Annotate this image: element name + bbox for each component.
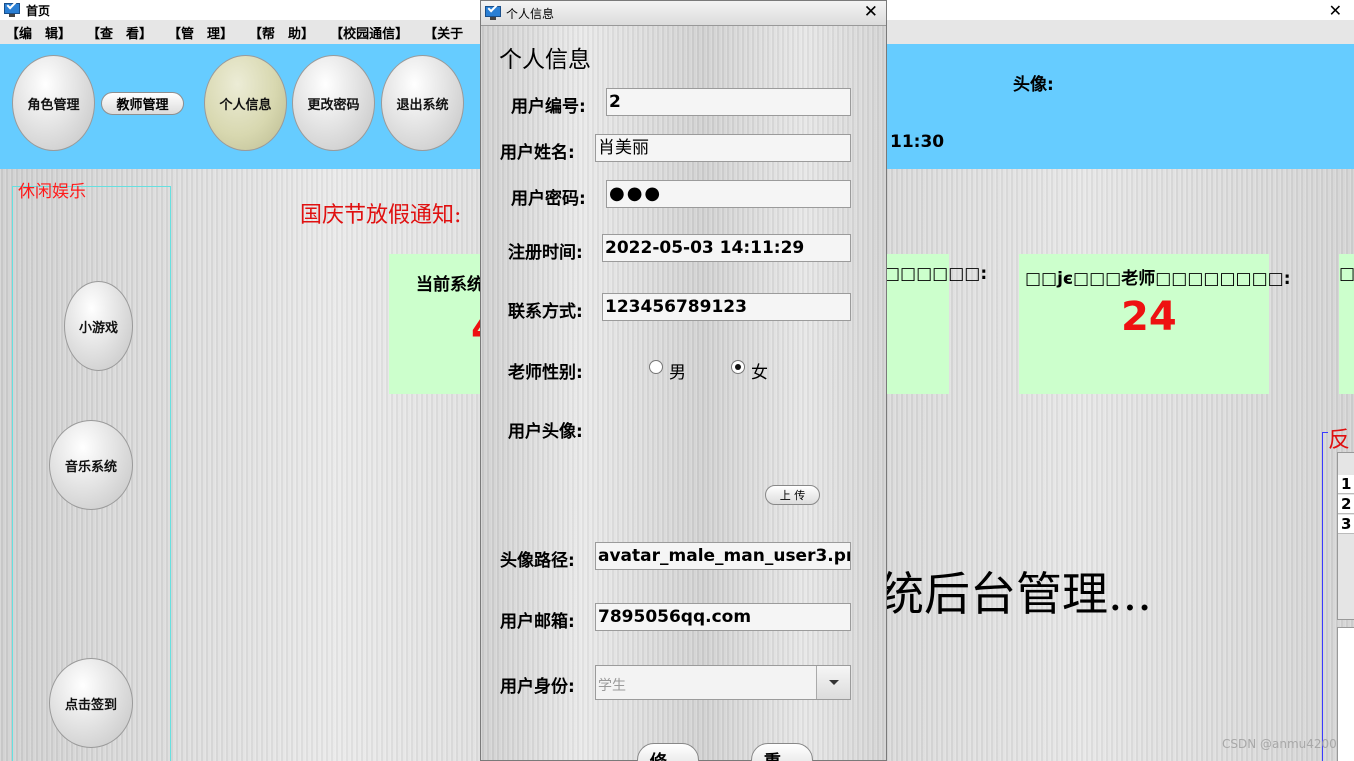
stat-label: □□□□□□:	[884, 264, 988, 284]
register-time-label: 注册时间:	[508, 243, 583, 263]
email-field[interactable]: 7895056qq.com	[595, 603, 851, 631]
upload-button[interactable]: 上 传	[765, 485, 820, 505]
personal-info-dialog: 个人信息 ✕ 个人信息 用户编号: 2 用户姓名: 肖美丽 用户密码: ●●● …	[480, 0, 887, 761]
password-field[interactable]: ●●●	[606, 180, 851, 208]
stat-card-teachers: □□jє□□□老师□□□□□□□□: 24	[1019, 254, 1291, 394]
user-id-label: 用户编号:	[511, 97, 586, 117]
gender-female-radio[interactable]	[731, 360, 745, 374]
change-password-button[interactable]: 更改密码	[292, 55, 375, 151]
exit-system-button[interactable]: 退出系统	[381, 55, 464, 151]
menu-edit[interactable]: 【编 辑】	[6, 23, 71, 42]
notice-title: 国庆节放假通知:	[300, 203, 462, 228]
avatar-label: 用户头像:	[508, 422, 583, 442]
modify-button[interactable]: 修...	[637, 743, 699, 761]
watermark: CSDN @anmu4200	[1222, 737, 1337, 751]
system-big-title: 统后台管理...	[878, 567, 1152, 621]
stat-label: □□	[1339, 264, 1354, 284]
reset-button[interactable]: 重...	[751, 743, 813, 761]
dialog-body: 个人信息 用户编号: 2 用户姓名: 肖美丽 用户密码: ●●● 注册时间: 2…	[481, 25, 886, 761]
feedback-title: 反	[1328, 428, 1351, 453]
menu-about[interactable]: 【关于	[424, 23, 463, 42]
feedback-textarea[interactable]	[1337, 627, 1354, 761]
feedback-border	[1322, 432, 1323, 761]
menu-campus-comm[interactable]: 【校园通信】	[330, 23, 408, 42]
register-time-field[interactable]: 2022-05-03 14:11:29	[602, 234, 851, 262]
menu-manage[interactable]: 【管 理】	[168, 23, 233, 42]
main-close-icon[interactable]: ✕	[1329, 1, 1342, 20]
dialog-title: 个人信息	[506, 6, 555, 21]
chevron-down-icon[interactable]	[816, 666, 850, 699]
main-window-title: 首页	[26, 3, 51, 18]
gender-female-label[interactable]: 女	[751, 358, 768, 383]
clock-text: 11:30	[890, 132, 945, 152]
gender-male-label[interactable]: 男	[669, 358, 686, 383]
user-name-field[interactable]: 肖美丽	[595, 134, 851, 162]
identity-select-value: 学生	[598, 678, 626, 694]
music-system-button[interactable]: 音乐系统	[49, 420, 133, 510]
stat-value: 24	[1121, 294, 1177, 340]
contact-label: 联系方式:	[508, 302, 583, 322]
stat-label: 当前系统	[416, 275, 484, 295]
check-in-button[interactable]: 点击签到	[49, 658, 133, 748]
personal-info-button[interactable]: 个人信息	[204, 55, 287, 151]
feedback-table[interactable]: 1 2 3	[1337, 452, 1354, 620]
avatar-path-field[interactable]: avatar_male_man_user3.png	[595, 542, 851, 570]
identity-select[interactable]: 学生	[595, 665, 851, 700]
password-label: 用户密码:	[511, 189, 586, 209]
contact-field[interactable]: 123456789123	[602, 293, 851, 321]
dialog-close-icon[interactable]: ✕	[864, 2, 878, 22]
table-row[interactable]: 1	[1338, 475, 1354, 494]
dialog-title-bar[interactable]: 个人信息 ✕	[481, 1, 886, 25]
table-row[interactable]: 3	[1338, 515, 1354, 534]
menu-help[interactable]: 【帮 助】	[249, 23, 314, 42]
user-name-label: 用户姓名:	[500, 143, 575, 163]
app-monitor-icon	[484, 2, 502, 22]
gender-male-radio[interactable]	[649, 360, 663, 374]
mini-game-button[interactable]: 小游戏	[64, 281, 133, 371]
stat-card-fourth: □□	[1339, 254, 1354, 394]
teacher-manage-button[interactable]: 教师管理	[101, 92, 184, 115]
avatar-label: 头像:	[1013, 75, 1054, 95]
dialog-heading: 个人信息	[499, 47, 591, 73]
role-manage-button[interactable]: 角色管理	[12, 55, 95, 151]
app-monitor-icon	[3, 0, 21, 19]
gender-label: 老师性别:	[508, 363, 583, 383]
table-row[interactable]: 2	[1338, 495, 1354, 514]
stat-label: □□jє□□□老师□□□□□□□□:	[1025, 269, 1291, 289]
identity-label: 用户身份:	[500, 677, 575, 697]
stat-card-current: 当前系统 4	[389, 254, 499, 394]
email-label: 用户邮箱:	[500, 612, 575, 632]
stat-card-second: □□□□□□:	[884, 254, 987, 394]
user-id-field[interactable]: 2	[606, 88, 851, 116]
menu-view[interactable]: 【查 看】	[87, 23, 152, 42]
avatar-path-label: 头像路径:	[500, 551, 575, 571]
leisure-title: 休闲娱乐	[18, 182, 86, 202]
